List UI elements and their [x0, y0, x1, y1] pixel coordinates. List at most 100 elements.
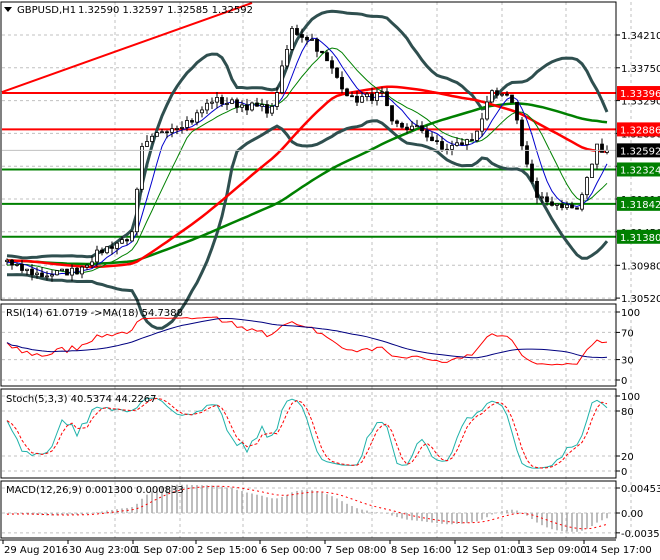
stoch-title: Stoch(5,3,3) 40.5374 44.2267: [6, 394, 157, 405]
candle: [470, 133, 474, 141]
price-panel[interactable]: [1, 1, 616, 330]
candle-body: [290, 28, 294, 50]
candle-body: [155, 132, 159, 137]
candle: [190, 118, 194, 125]
candle: [170, 123, 174, 138]
candle-body: [85, 264, 89, 268]
candle-body: [170, 128, 174, 133]
candle-body: [285, 49, 289, 67]
rsi-tick-label: 70: [621, 328, 634, 339]
candle-body: [435, 140, 439, 143]
candle: [165, 130, 169, 139]
collapse-triangle-icon[interactable]: [4, 7, 12, 12]
candle-body: [280, 65, 284, 93]
candle: [525, 141, 529, 168]
candle-body: [385, 91, 389, 107]
candle-body: [90, 261, 94, 266]
candle: [290, 25, 294, 51]
candle-body: [560, 203, 564, 208]
candle-body: [135, 188, 139, 233]
candle: [230, 97, 234, 104]
candle-body: [5, 259, 9, 262]
candle-body: [230, 99, 234, 104]
candle: [105, 246, 109, 255]
candle: [585, 176, 589, 199]
candle: [100, 247, 104, 256]
candle-body: [95, 249, 99, 263]
candle-body: [455, 142, 459, 146]
candle: [335, 66, 339, 79]
candle: [580, 192, 584, 212]
candle: [200, 106, 204, 118]
candle-body: [310, 39, 314, 41]
candle-body: [555, 203, 559, 206]
candle-body: [575, 207, 579, 210]
candle-body: [350, 95, 354, 98]
time-label: 1 Sep 07:00: [134, 545, 194, 556]
candle-body: [525, 145, 529, 165]
candle-body: [425, 130, 429, 138]
candle-body: [55, 270, 59, 276]
candle-body: [210, 101, 214, 104]
price-tag-label: 1.31842: [620, 200, 660, 211]
candle: [215, 92, 219, 109]
candle-body: [520, 119, 524, 147]
candle-body: [415, 125, 419, 128]
candle: [330, 56, 334, 74]
rsi-tick-label: 30: [621, 356, 634, 367]
candle-body: [145, 141, 149, 147]
time-label: 6 Sep 00:00: [261, 545, 321, 556]
candle-body: [405, 126, 409, 130]
candle-body: [330, 60, 334, 69]
time-label: 13 Sep 09:00: [520, 545, 587, 556]
candle: [415, 119, 419, 128]
candle-body: [450, 145, 454, 150]
stoch-panel[interactable]: [6, 397, 608, 469]
price-tag-label: 1.31380: [620, 233, 660, 244]
candle-body: [545, 196, 549, 203]
candle-body: [255, 102, 259, 107]
candle-body: [10, 259, 14, 266]
candle-body: [500, 93, 504, 96]
trading-chart[interactable]: 29 Aug 2016 30 Aug 23:001 Sep 07:00 2 Sep …: [0, 0, 660, 560]
stoch-tick-label: 0: [621, 467, 627, 478]
candle-body: [505, 93, 509, 96]
candle: [385, 87, 389, 107]
candle: [145, 135, 149, 147]
rsi-tick-label: 100: [621, 308, 640, 319]
candle: [60, 268, 64, 272]
time-label: 14 Sep 17:00: [585, 545, 652, 556]
candle-body: [195, 112, 199, 123]
candle-body: [160, 131, 164, 134]
candle-body: [510, 94, 514, 103]
candle: [510, 94, 514, 103]
candle-body: [245, 104, 249, 111]
time-label: 2 Sep 15:00: [197, 545, 257, 556]
candle-body: [260, 104, 264, 107]
candle-body: [25, 268, 29, 271]
candle-body: [580, 194, 584, 210]
candle: [475, 130, 479, 143]
candle: [65, 268, 69, 276]
candle-body: [495, 90, 499, 96]
candle-body: [15, 263, 19, 266]
candle-body: [345, 88, 349, 97]
candle-body: [380, 91, 384, 94]
price-tags: 1.33396 1.32886 1.32324 1.31842 1.31380 1.325…: [617, 86, 660, 244]
candle-body: [590, 163, 594, 178]
candle-body: [515, 102, 519, 121]
price-tick-label: 1.34210: [621, 31, 660, 42]
candle-body: [205, 102, 209, 111]
ohlc-values: 1.32590 1.32597 1.32585 1.32592: [78, 5, 253, 16]
candle-body: [125, 239, 129, 242]
price-tag: 1.32324: [617, 162, 660, 177]
candle: [575, 207, 579, 210]
candle-body: [175, 128, 179, 130]
candle-body: [20, 263, 24, 271]
stoch-d-line: [6, 397, 608, 469]
candle: [285, 45, 289, 69]
candle-body: [480, 118, 484, 132]
candle-body: [250, 102, 254, 111]
rsi-tick-label: 0: [621, 376, 627, 387]
candle-body: [150, 135, 154, 142]
